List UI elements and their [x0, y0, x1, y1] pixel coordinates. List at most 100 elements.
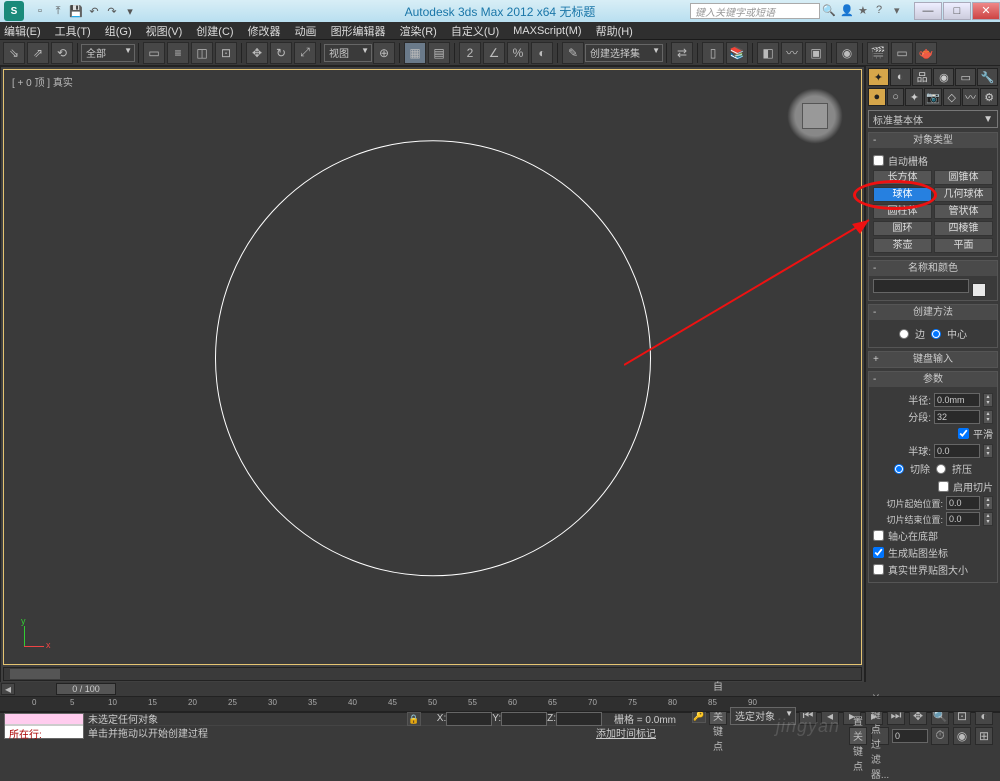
rotate-icon[interactable]: ↻ [270, 42, 292, 64]
menu-render[interactable]: 渲染(R) [400, 23, 437, 39]
slice-to-spinner[interactable]: 0.0 [946, 512, 980, 526]
material-editor-icon[interactable]: ◉ [836, 42, 858, 64]
timeslider-left-icon[interactable]: ◂ [1, 683, 15, 695]
pivot-icon[interactable]: ⊕ [373, 42, 395, 64]
render-frame-icon[interactable]: ▭ [891, 42, 913, 64]
smooth-checkbox[interactable] [958, 428, 969, 439]
obj-torus[interactable]: 圆环 [873, 221, 932, 236]
spinner-snap-icon[interactable]: ◐ [531, 42, 553, 64]
autogrid-checkbox[interactable] [873, 155, 884, 166]
viewport-label[interactable]: [ + 0 顶 ] 真实 [12, 74, 73, 89]
link-icon[interactable]: ⇘ [3, 42, 25, 64]
graphite-icon[interactable]: ◧ [757, 42, 779, 64]
select-manip-icon[interactable]: ▦ [404, 42, 426, 64]
qat-dropdown-icon[interactable]: ▾ [122, 3, 138, 19]
mirror-icon[interactable]: ⇄ [671, 42, 693, 64]
rollout-head-namecolor[interactable]: 名称和颜色 [869, 261, 997, 276]
obj-cone[interactable]: 圆锥体 [934, 170, 993, 185]
obj-tube[interactable]: 管状体 [934, 204, 993, 219]
favorites-icon[interactable]: ★ [858, 4, 872, 18]
menu-grapheditors[interactable]: 图形编辑器 [331, 23, 386, 39]
obj-plane[interactable]: 平面 [934, 238, 993, 253]
new-icon[interactable]: ▫ [32, 3, 48, 19]
snap-2d-icon[interactable]: 2 [459, 42, 481, 64]
coord-z-input[interactable] [556, 712, 602, 726]
viewcube[interactable] [787, 88, 843, 144]
obj-geosphere[interactable]: 几何球体 [934, 187, 993, 202]
lock-icon[interactable]: 🔒 [407, 712, 421, 726]
menu-view[interactable]: 视图(V) [146, 23, 183, 39]
coord-x-input[interactable] [446, 712, 492, 726]
hemisphere-spinner[interactable]: 0.0 [934, 444, 980, 458]
obj-box[interactable]: 长方体 [873, 170, 932, 185]
app-icon[interactable]: S [4, 1, 24, 21]
infocenter-icon[interactable]: 🔍 [822, 4, 836, 18]
selection-filter-dropdown[interactable]: 全部 [81, 44, 135, 62]
object-name-input[interactable] [873, 279, 969, 293]
cat-lights[interactable]: ✦ [905, 88, 923, 106]
cat-spacewarps[interactable]: 〰 [962, 88, 980, 106]
unlink-icon[interactable]: ⇗ [27, 42, 49, 64]
timeconfig-icon[interactable]: ⏱ [931, 727, 949, 745]
render-icon[interactable]: 🫖 [915, 42, 937, 64]
curve-editor-icon[interactable]: 〰 [781, 42, 803, 64]
realworld-checkbox[interactable] [873, 564, 884, 575]
cat-geometry[interactable]: ● [868, 88, 886, 106]
redo-icon[interactable]: ↷ [104, 3, 120, 19]
named-selset-edit-icon[interactable]: ✎ [562, 42, 584, 64]
add-time-tag[interactable]: 添加时间标记 [596, 725, 656, 740]
menu-customize[interactable]: 自定义(U) [451, 23, 499, 39]
obj-sphere[interactable]: 球体 [873, 187, 932, 202]
snap-percent-icon[interactable]: % [507, 42, 529, 64]
schematic-icon[interactable]: ▣ [805, 42, 827, 64]
tab-utilities[interactable]: 🔧 [977, 68, 998, 86]
slice-from-spinner[interactable]: 0.0 [946, 496, 980, 510]
squash-radio[interactable] [936, 464, 946, 474]
snap-angle-icon[interactable]: ∠ [483, 42, 505, 64]
time-slider-handle[interactable]: 0 / 100 [56, 683, 116, 695]
cat-systems[interactable]: ⚙ [980, 88, 998, 106]
viewport-top[interactable]: [ + 0 顶 ] 真实 [0, 66, 865, 684]
cat-shapes[interactable]: ○ [887, 88, 905, 106]
select-name-icon[interactable]: ≡ [167, 42, 189, 64]
genmap-checkbox[interactable] [873, 547, 884, 558]
render-setup-icon[interactable]: 🎬 [867, 42, 889, 64]
menu-create[interactable]: 创建(C) [196, 23, 233, 39]
menu-animation[interactable]: 动画 [295, 23, 317, 39]
tab-modify[interactable]: ◐ [890, 68, 911, 86]
sphere-wireframe[interactable] [215, 140, 651, 576]
keyfilter-button[interactable]: 关键点过滤器... [871, 727, 889, 745]
cat-helpers[interactable]: ◇ [943, 88, 961, 106]
setkey-button[interactable]: 设置关键点 [849, 727, 867, 745]
viewport-canvas[interactable]: [ + 0 顶 ] 真实 [3, 69, 862, 665]
menu-tools[interactable]: 工具(T) [55, 23, 91, 39]
signin-icon[interactable]: 👤 [840, 4, 854, 18]
rollout-head-params[interactable]: 参数 [869, 372, 997, 387]
help-icon[interactable]: ? [876, 4, 890, 18]
tab-create[interactable]: ✦ [868, 68, 889, 86]
radius-spinner[interactable]: 0.0mm [934, 393, 980, 407]
obj-cylinder[interactable]: 圆柱体 [873, 204, 932, 219]
base-pivot-checkbox[interactable] [873, 530, 884, 541]
obj-pyramid[interactable]: 四棱锥 [934, 221, 993, 236]
time-ruler[interactable]: 0 5 10 15 20 25 30 35 40 45 50 55 60 65 … [0, 696, 1000, 712]
cat-cameras[interactable]: 📷 [924, 88, 942, 106]
bind-icon[interactable]: ⟲ [51, 42, 73, 64]
save-icon[interactable]: 💾 [68, 3, 84, 19]
coord-y-input[interactable] [501, 712, 547, 726]
keyboard-shortcut-icon[interactable]: ▤ [428, 42, 450, 64]
obj-teapot[interactable]: 茶壶 [873, 238, 932, 253]
select-icon[interactable]: ▭ [143, 42, 165, 64]
current-frame-input[interactable] [892, 729, 928, 743]
maximize-button[interactable]: □ [943, 2, 971, 20]
slice-on-checkbox[interactable] [938, 481, 949, 492]
time-slider[interactable]: ◂ 0 / 100 [0, 682, 1000, 696]
menu-edit[interactable]: 编辑(E) [4, 23, 41, 39]
open-icon[interactable]: ⤒ [50, 3, 66, 19]
close-button[interactable]: ✕ [972, 2, 1000, 20]
minimize-button[interactable]: — [914, 2, 942, 20]
rollout-head-keyboard[interactable]: 键盘输入 [869, 352, 997, 367]
rollout-head-objtype[interactable]: 对象类型 [869, 133, 997, 148]
geometry-type-dropdown[interactable]: 标准基本体▼ [868, 110, 998, 128]
rollout-head-method[interactable]: 创建方法 [869, 305, 997, 320]
